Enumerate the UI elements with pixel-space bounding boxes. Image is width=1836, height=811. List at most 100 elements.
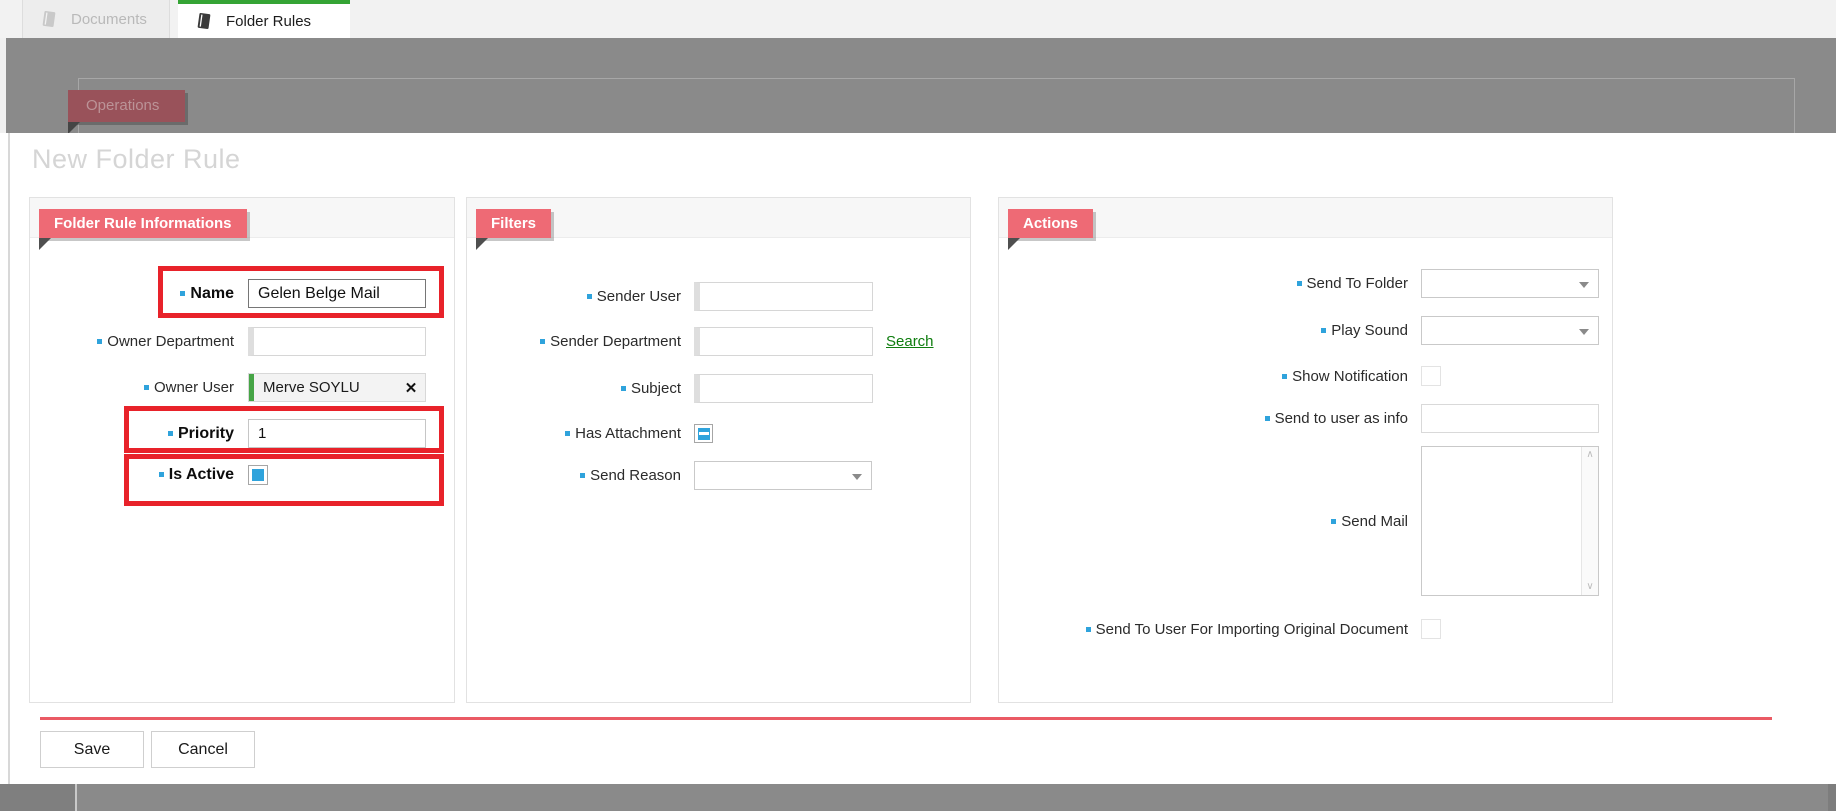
bottom-status-bar <box>0 784 1836 811</box>
field-bullet-icon <box>587 294 592 299</box>
tab-documents[interactable]: Documents <box>22 0 170 38</box>
field-bullet-icon <box>540 339 545 344</box>
tab-documents-label: Documents <box>71 11 147 28</box>
scroll-up-icon[interactable]: ∧ <box>1586 450 1593 460</box>
send-to-folder-dropdown[interactable] <box>1421 269 1599 298</box>
field-row-is-active: Is Active <box>30 464 268 485</box>
panel-badge-pointer <box>1008 238 1020 250</box>
send-to-user-as-info-label: Send to user as info <box>999 410 1421 427</box>
field-bullet-icon <box>621 386 626 391</box>
panel-badge-pointer <box>476 238 488 250</box>
field-bullet-icon <box>1086 627 1091 632</box>
owner-user-chip: Merve SOYLU ✕ <box>248 373 426 402</box>
book-icon <box>194 11 214 31</box>
subject-label: Subject <box>467 380 694 397</box>
field-bullet-icon <box>580 473 585 478</box>
owner-user-label: Owner User <box>30 379 248 396</box>
bottom-bar-right-segment <box>1828 784 1836 811</box>
field-row-send-to-user-importing: Send To User For Importing Original Docu… <box>999 619 1441 639</box>
chevron-down-icon <box>852 474 862 480</box>
panel-title-badge: Filters <box>476 209 551 238</box>
field-row-show-notification: Show Notification <box>999 366 1441 386</box>
is-active-checkbox[interactable] <box>248 465 268 485</box>
chevron-down-icon <box>1579 329 1589 335</box>
checkbox-checked-mark <box>252 469 264 481</box>
play-sound-dropdown[interactable] <box>1421 316 1599 345</box>
send-to-user-importing-checkbox[interactable] <box>1421 619 1441 639</box>
send-reason-dropdown[interactable] <box>694 461 872 490</box>
priority-input[interactable] <box>248 419 426 448</box>
field-row-play-sound: Play Sound <box>999 316 1599 345</box>
save-button[interactable]: Save <box>40 731 144 768</box>
owner-department-label: Owner Department <box>30 333 248 350</box>
priority-label: Priority <box>30 425 248 443</box>
tab-folder-rules[interactable]: Folder Rules <box>178 0 350 38</box>
sender-user-label: Sender User <box>467 288 694 305</box>
subject-input[interactable] <box>694 374 873 403</box>
field-row-send-mail: Send Mail ∧ ∨ <box>999 446 1599 596</box>
background-panel-outline <box>78 78 1795 133</box>
panel-filters: Filters Sender User Sender Department Se… <box>466 197 971 703</box>
checkbox-indeterminate-mark <box>698 428 710 440</box>
field-bullet-icon <box>1297 281 1302 286</box>
red-separator-line <box>40 717 1772 720</box>
send-to-user-as-info-input[interactable] <box>1421 404 1599 433</box>
panel-badge-pointer <box>39 238 51 250</box>
book-icon <box>39 9 59 29</box>
sender-user-input[interactable] <box>694 282 873 311</box>
search-link[interactable]: Search <box>886 333 934 350</box>
field-row-owner-department: Owner Department <box>30 327 426 356</box>
field-row-priority: Priority <box>30 419 426 448</box>
field-row-sender-department: Sender Department Search <box>467 327 934 356</box>
field-bullet-icon <box>565 431 570 436</box>
scrollbar[interactable]: ∧ ∨ <box>1581 447 1598 595</box>
left-border-line <box>8 133 10 784</box>
cancel-button[interactable]: Cancel <box>151 731 255 768</box>
panel-actions: Actions Send To Folder Play Sound Show N… <box>998 197 1613 703</box>
send-mail-label: Send Mail <box>999 513 1421 530</box>
show-notification-checkbox[interactable] <box>1421 366 1441 386</box>
sender-department-label: Sender Department <box>467 333 694 350</box>
field-bullet-icon <box>144 385 149 390</box>
dimmed-overlay: Operations <box>6 38 1836 133</box>
owner-department-input[interactable] <box>248 327 426 356</box>
has-attachment-label: Has Attachment <box>467 425 694 442</box>
field-row-sender-user: Sender User <box>467 282 873 311</box>
clear-icon[interactable]: ✕ <box>397 374 425 401</box>
chevron-down-icon <box>1579 282 1589 288</box>
field-bullet-icon <box>97 339 102 344</box>
sender-department-input[interactable] <box>694 327 873 356</box>
field-row-send-reason: Send Reason <box>467 461 872 490</box>
owner-user-value: Merve SOYLU <box>254 374 397 401</box>
field-row-has-attachment: Has Attachment <box>467 424 713 443</box>
bottom-bar-left-segment <box>0 784 77 811</box>
operations-tab[interactable]: Operations <box>68 90 185 122</box>
name-input[interactable] <box>248 279 426 308</box>
send-to-folder-label: Send To Folder <box>999 275 1421 292</box>
send-to-user-importing-label: Send To User For Importing Original Docu… <box>999 621 1421 638</box>
tab-strip: Documents Folder Rules <box>0 0 1836 38</box>
field-bullet-icon <box>1331 519 1336 524</box>
panel-title-badge: Actions <box>1008 209 1093 238</box>
panel-title-badge: Folder Rule Informations <box>39 209 247 238</box>
field-bullet-icon <box>159 472 164 477</box>
field-row-name: Name <box>30 279 426 308</box>
field-bullet-icon <box>180 291 185 296</box>
name-label: Name <box>30 285 248 303</box>
field-bullet-icon <box>168 431 173 436</box>
scroll-down-icon[interactable]: ∨ <box>1586 582 1593 592</box>
show-notification-label: Show Notification <box>999 368 1421 385</box>
play-sound-label: Play Sound <box>999 322 1421 339</box>
send-mail-textarea[interactable]: ∧ ∨ <box>1421 446 1599 596</box>
app-window: Documents Folder Rules Operations New Fo… <box>0 0 1836 811</box>
has-attachment-checkbox[interactable] <box>694 424 713 443</box>
field-row-send-to-user-as-info: Send to user as info <box>999 404 1599 433</box>
field-row-subject: Subject <box>467 374 873 403</box>
tab-folder-rules-label: Folder Rules <box>226 13 311 30</box>
page-title: New Folder Rule <box>32 144 241 175</box>
field-row-send-to-folder: Send To Folder <box>999 269 1599 298</box>
field-row-owner-user: Owner User Merve SOYLU ✕ <box>30 373 426 402</box>
field-bullet-icon <box>1321 328 1326 333</box>
field-bullet-icon <box>1282 374 1287 379</box>
panel-folder-rule-informations: Folder Rule Informations Name Owner Depa… <box>29 197 455 703</box>
